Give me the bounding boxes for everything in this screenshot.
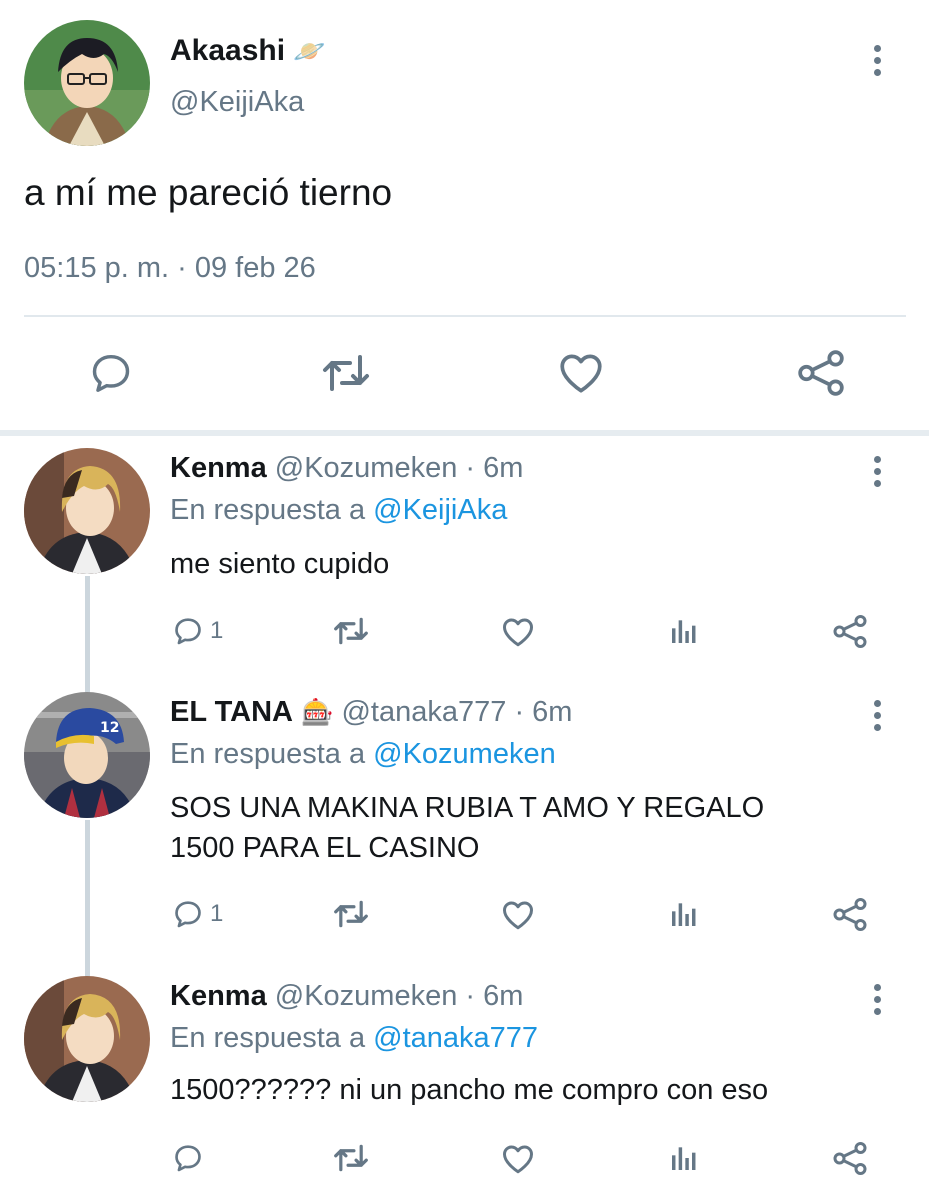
reply-icon	[175, 901, 201, 928]
retweet-icon	[334, 900, 368, 928]
retweet-icon	[334, 1144, 368, 1172]
main-display-name[interactable]: Akaashi 🪐	[170, 34, 325, 68]
reply-2-context-mention[interactable]: @Kozumeken	[373, 738, 556, 770]
retweet-icon	[334, 617, 368, 645]
like-icon	[503, 901, 533, 930]
reply-3-context-prefix: En respuesta a	[170, 1022, 366, 1054]
reply-1-time[interactable]: · 6m	[465, 452, 523, 484]
reply-2-handle[interactable]: @tanaka777	[341, 696, 506, 728]
share-icon	[798, 350, 844, 396]
main-retweet-button[interactable]	[320, 350, 372, 396]
reply-1-reply-button[interactable]: 1	[172, 615, 223, 647]
reply-3-share-button[interactable]	[832, 1142, 868, 1175]
reply-3-display-name[interactable]: Kenma	[170, 980, 267, 1012]
reply-icon	[175, 1145, 201, 1172]
reply-1-context-prefix: En respuesta a	[170, 494, 366, 526]
reply-2-more-icon[interactable]	[874, 700, 884, 736]
retweet-icon	[323, 355, 369, 391]
reply-2-like-button[interactable]	[500, 897, 536, 933]
planet-emoji-icon: 🪐	[293, 35, 326, 66]
reply-2-text-line-1: SOS UNA MAKINA RUBIA T AMO Y REGALO	[170, 792, 765, 824]
reply-1-header: Kenma @Kozumeken · 6m	[170, 452, 523, 485]
reply-3-handle[interactable]: @Kozumeken	[275, 980, 458, 1012]
avatar-kenma-2-image	[24, 976, 150, 1102]
main-handle[interactable]: @KeijiAka	[170, 86, 304, 119]
reply-1-share-button[interactable]	[832, 615, 868, 648]
reply-1-more-icon[interactable]	[874, 456, 884, 492]
reply-3-context: En respuesta a @tanaka777	[170, 1022, 538, 1055]
thread-line	[85, 576, 90, 694]
reply-1-display-name[interactable]: Kenma	[170, 452, 267, 484]
reply-3-time[interactable]: · 6m	[465, 980, 523, 1012]
reply-1-handle[interactable]: @Kozumeken	[275, 452, 458, 484]
section-divider	[0, 430, 929, 436]
like-icon	[503, 618, 533, 647]
avatar-kenma-image	[24, 448, 150, 574]
thread-line	[85, 820, 90, 978]
reply-3-context-mention[interactable]: @tanaka777	[373, 1022, 538, 1054]
analytics-icon	[672, 903, 696, 926]
analytics-icon	[672, 1147, 696, 1170]
avatar-el-tana[interactable]: 12	[24, 692, 150, 818]
share-icon	[833, 615, 867, 648]
avatar-kenma-2[interactable]	[24, 976, 150, 1102]
analytics-icon	[672, 620, 696, 643]
reply-2-context-prefix: En respuesta a	[170, 738, 366, 770]
reply-2-context: En respuesta a @Kozumeken	[170, 738, 556, 771]
main-like-button[interactable]	[556, 348, 606, 398]
reply-2-header: EL TANA 🎰 @tanaka777 · 6m	[170, 696, 572, 729]
reply-1-text: me siento cupido	[170, 548, 390, 580]
reply-2-analytics-button[interactable]	[668, 898, 700, 930]
main-more-icon[interactable]	[874, 45, 884, 81]
reply-icon	[175, 618, 201, 645]
reply-3-retweet-button[interactable]	[332, 1142, 370, 1174]
reply-3-more-icon[interactable]	[874, 984, 884, 1020]
reply-3-like-button[interactable]	[500, 1141, 536, 1177]
reply-2-retweet-button[interactable]	[332, 898, 370, 930]
reply-1-like-button[interactable]	[500, 614, 536, 650]
reply-1-retweet-button[interactable]	[332, 615, 370, 647]
reply-3-analytics-button[interactable]	[668, 1142, 700, 1174]
reply-2-display-name[interactable]: EL TANA	[170, 696, 293, 728]
reply-3-header: Kenma @Kozumeken · 6m	[170, 980, 523, 1013]
main-share-button[interactable]	[796, 350, 846, 396]
reply-2-text-line-2: 1500 PARA EL CASINO	[170, 832, 480, 864]
reply-1-context: En respuesta a @KeijiAka	[170, 494, 507, 527]
avatar-akaashi-image	[24, 20, 150, 146]
main-reply-button[interactable]	[88, 350, 134, 396]
share-icon	[833, 898, 867, 931]
reply-3-reply-button[interactable]	[172, 1142, 210, 1174]
share-icon	[833, 1142, 867, 1175]
slot-machine-emoji-icon: 🎰	[301, 697, 334, 727]
like-icon	[503, 1145, 533, 1174]
main-timestamp[interactable]: 05:15 p. m. · 09 feb 26	[24, 252, 316, 285]
reply-1-analytics-button[interactable]	[668, 615, 700, 647]
reply-2-reply-count: 1	[210, 900, 224, 927]
main-tweet-text: a mí me pareció tierno	[24, 172, 393, 213]
reply-3-text: 1500?????? ni un pancho me compro con es…	[170, 1074, 769, 1106]
reply-1-context-mention[interactable]: @KeijiAka	[373, 494, 507, 526]
avatar-akaashi[interactable]	[24, 20, 150, 146]
reply-1-reply-count: 1	[210, 617, 224, 644]
avatar-kenma[interactable]	[24, 448, 150, 574]
avatar-el-tana-image: 12	[24, 692, 150, 818]
svg-text:12: 12	[100, 720, 119, 736]
divider	[24, 315, 906, 317]
reply-2-reply-button[interactable]: 1	[172, 898, 223, 930]
reply-icon	[92, 354, 130, 392]
reply-2-time[interactable]: · 6m	[514, 696, 572, 728]
like-icon	[560, 354, 602, 393]
reply-2-share-button[interactable]	[832, 898, 868, 931]
main-display-name-text: Akaashi	[170, 34, 286, 67]
